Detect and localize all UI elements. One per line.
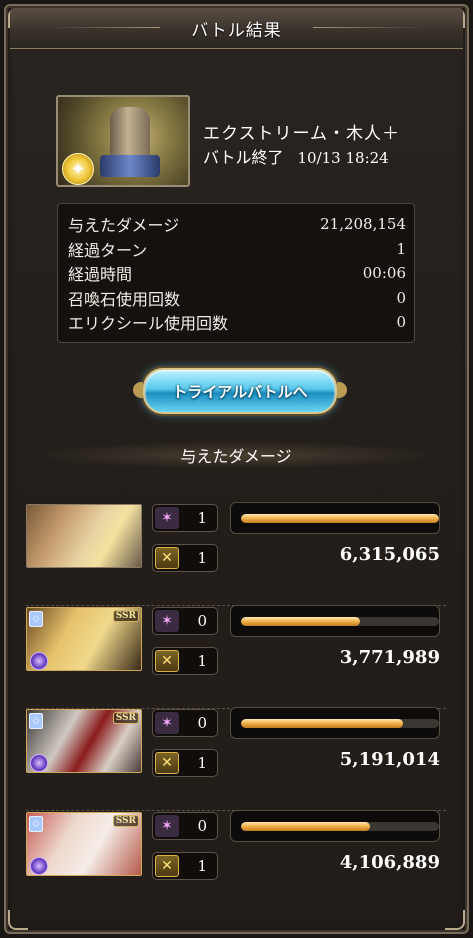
charge-attack-icon: ✶ [155, 712, 179, 734]
party-member-row: SSR ◇ ✶ 0 ✕ 1 3,771,989 [24, 603, 448, 709]
stat-row-elixir-uses: エリクシール使用回数 0 [68, 310, 406, 335]
character-portrait[interactable] [26, 504, 142, 568]
rarity-badge: SSR [112, 815, 139, 827]
damage-share-bar [230, 605, 440, 637]
stat-value: 21,208,154 [320, 215, 406, 234]
stat-value: 0 [396, 313, 406, 332]
skill-use-count: ✕ 1 [152, 647, 218, 675]
rarity-badge: SSR [112, 610, 139, 622]
skill-use-count: ✕ 1 [152, 544, 218, 572]
character-portrait[interactable]: SSR ◇ [26, 812, 142, 876]
dark-element-icon [30, 754, 48, 772]
character-portrait[interactable]: SSR ◇ [26, 607, 142, 671]
damage-share-bar [230, 810, 440, 842]
stat-value: 0 [396, 288, 406, 307]
damage-value: 4,106,889 [339, 852, 440, 873]
damage-section-header: 与えたダメージ [30, 441, 442, 469]
trial-battle-label: トライアルバトルへ [172, 382, 308, 401]
stat-value: 1 [396, 239, 406, 258]
battle-end-time: 10/13 18:24 [297, 149, 389, 167]
stat-row-turns: 経過ターン 1 [68, 237, 406, 262]
dark-element-icon [30, 857, 48, 875]
charge-attack-count: ✶ 0 [152, 709, 218, 737]
stat-label: 経過ターン [68, 240, 148, 260]
stat-row-damage: 与えたダメージ 21,208,154 [68, 212, 406, 237]
battle-stats-box: 与えたダメージ 21,208,154 経過ターン 1 経過時間 00:06 召喚… [57, 203, 415, 343]
damage-section-title: 与えたダメージ [180, 447, 292, 466]
stat-label: 与えたダメージ [68, 216, 180, 236]
light-element-icon: ✦ [62, 153, 94, 185]
skill-use-count: ✕ 1 [152, 852, 218, 880]
party-member-row: SSR ◇ ✶ 0 ✕ 1 5,191,014 [24, 705, 448, 811]
quest-thumbnail: ✦ [56, 95, 190, 187]
damage-share-bar [230, 502, 440, 534]
quest-status: バトル終了 10/13 18:24 [203, 144, 389, 168]
damage-value: 3,771,989 [339, 647, 440, 668]
stat-label: エリクシール使用回数 [68, 314, 229, 334]
rarity-badge: SSR [112, 712, 139, 724]
stat-label: 経過時間 [68, 265, 133, 285]
skill-use-count: ✕ 1 [152, 749, 218, 777]
title-bar: バトル結果 [10, 8, 463, 49]
charge-attack-icon: ✶ [155, 610, 179, 632]
battle-end-label: バトル終了 [203, 148, 284, 167]
page-title: バトル結果 [191, 20, 282, 41]
ring-icon: ◇ [29, 611, 43, 627]
stat-row-time: 経過時間 00:06 [68, 261, 406, 286]
quest-name: エクストリーム・木人＋ [203, 124, 400, 144]
skill-icon: ✕ [155, 855, 179, 877]
damage-value: 5,191,014 [339, 749, 440, 770]
party-member-row: SSR ◇ ✶ 0 ✕ 1 4,106,889 [24, 808, 448, 908]
skill-icon: ✕ [155, 650, 179, 672]
skill-icon: ✕ [155, 752, 179, 774]
character-portrait[interactable]: SSR ◇ [26, 709, 142, 773]
ring-icon: ◇ [29, 713, 43, 729]
trial-battle-button[interactable]: トライアルバトルへ [133, 368, 347, 414]
dark-element-icon [30, 652, 48, 670]
stat-value: 00:06 [362, 264, 406, 283]
charge-attack-icon: ✶ [155, 815, 179, 837]
skill-icon: ✕ [155, 547, 179, 569]
charge-attack-count: ✶ 0 [152, 607, 218, 635]
party-member-row: ✶ 1 ✕ 1 6,315,065 [24, 500, 448, 606]
ring-icon: ◇ [29, 816, 43, 832]
damage-share-bar [230, 707, 440, 739]
charge-attack-icon: ✶ [155, 507, 179, 529]
charge-attack-count: ✶ 0 [152, 812, 218, 840]
stat-row-summon-uses: 召喚石使用回数 0 [68, 286, 406, 311]
charge-attack-count: ✶ 1 [152, 504, 218, 532]
damage-value: 6,315,065 [339, 544, 440, 565]
stat-label: 召喚石使用回数 [68, 289, 181, 309]
